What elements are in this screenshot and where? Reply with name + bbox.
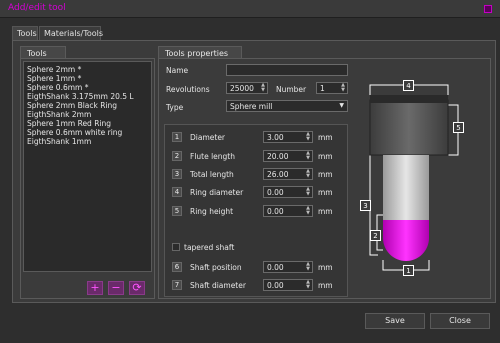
diameter-label: Diameter xyxy=(190,133,226,142)
refresh-tool-button[interactable]: ⟳ xyxy=(129,281,145,295)
diameter-spinbox[interactable]: 3.00 ▲ ▼ xyxy=(263,131,313,143)
total-length-value: 26.00 xyxy=(267,170,289,179)
field-number: 4 xyxy=(172,187,182,197)
spin-arrows-icon[interactable]: ▲ ▼ xyxy=(341,83,345,93)
diameter-value: 3.00 xyxy=(267,133,284,142)
unit-label: mm xyxy=(318,152,333,161)
field-number: 2 xyxy=(172,151,182,161)
revolutions-value: 25000 xyxy=(230,84,254,93)
field-number: 5 xyxy=(172,206,182,216)
tab-tools[interactable]: Tools xyxy=(12,26,38,40)
number-spinbox[interactable]: 1 ▲ ▼ xyxy=(316,82,348,94)
spin-arrows-icon[interactable]: ▲ ▼ xyxy=(306,169,310,179)
list-item[interactable]: EigthShank 2mm xyxy=(27,110,91,119)
list-item[interactable]: Sphere 2mm * xyxy=(27,65,81,74)
window-close-icon[interactable] xyxy=(484,5,492,13)
tool-holder xyxy=(369,99,449,156)
field-number: 7 xyxy=(172,280,182,290)
field-number: 6 xyxy=(172,262,182,272)
dimension-label: 2 xyxy=(370,230,381,241)
tapered-shaft-label: tapered shaft xyxy=(184,243,235,252)
list-item[interactable]: Sphere 0.6mm * xyxy=(27,83,88,92)
list-item[interactable]: Sphere 2mm Black Ring xyxy=(27,101,117,110)
tool-diagram xyxy=(369,84,459,271)
list-item[interactable]: Sphere 1mm Red Ring xyxy=(27,119,111,128)
window-title: Add/edit tool xyxy=(8,3,66,13)
field-number: 1 xyxy=(172,132,182,142)
shaft-position-spinbox[interactable]: 0.00 ▲ ▼ xyxy=(263,261,313,273)
revolutions-label: Revolutions xyxy=(166,85,210,94)
ring-height-spinbox[interactable]: 0.00 ▲ ▼ xyxy=(263,205,313,217)
number-value: 1 xyxy=(320,84,325,93)
ring-height-label: Ring height xyxy=(190,207,234,216)
shaft-diameter-spinbox[interactable]: 0.00 ▲ ▼ xyxy=(263,279,313,291)
shaft-position-label: Shaft position xyxy=(190,263,242,272)
field-number: 3 xyxy=(172,169,182,179)
type-value: Sphere mill xyxy=(230,102,273,111)
flute-length-value: 20.00 xyxy=(267,152,289,161)
type-label: Type xyxy=(166,103,184,112)
spin-arrows-icon[interactable]: ▲ ▼ xyxy=(306,132,310,142)
tool-holder-top xyxy=(370,95,448,103)
list-item[interactable]: Sphere 0.6mm white ring xyxy=(27,128,122,137)
unit-label: mm xyxy=(318,133,333,142)
unit-label: mm xyxy=(318,207,333,216)
ring-height-value: 0.00 xyxy=(267,207,284,216)
dimension-label: 1 xyxy=(403,265,414,276)
spin-arrows-icon[interactable]: ▲ ▼ xyxy=(306,151,310,161)
flute-length-label: Flute length xyxy=(190,152,235,161)
shaft-diameter-label: Shaft diameter xyxy=(190,281,246,290)
tools-list[interactable]: Sphere 2mm * Sphere 1mm * Sphere 0.6mm *… xyxy=(23,61,152,272)
number-label: Number xyxy=(276,85,307,94)
dimension-label: 3 xyxy=(360,200,371,211)
ring-diameter-spinbox[interactable]: 0.00 ▲ ▼ xyxy=(263,186,313,198)
unit-label: mm xyxy=(318,170,333,179)
dimension-label: 5 xyxy=(453,122,464,133)
ring-diameter-value: 0.00 xyxy=(267,188,284,197)
flute-length-spinbox[interactable]: 20.00 ▲ ▼ xyxy=(263,150,313,162)
chevron-down-icon[interactable]: ▼ xyxy=(339,102,344,109)
total-length-label: Total length xyxy=(190,170,234,179)
title-bar xyxy=(0,0,500,18)
revolutions-spinbox[interactable]: 25000 ▲ ▼ xyxy=(226,82,268,94)
dimension-label: 4 xyxy=(403,80,414,91)
spin-arrows-icon[interactable]: ▲ ▼ xyxy=(261,83,265,93)
shaft-diameter-value: 0.00 xyxy=(267,281,284,290)
remove-tool-button[interactable]: − xyxy=(108,281,124,295)
save-button[interactable]: Save xyxy=(365,313,425,329)
tab-materials-tools[interactable]: Materials/Tools xyxy=(39,26,103,40)
add-tool-button[interactable]: + xyxy=(87,281,103,295)
spin-arrows-icon[interactable]: ▲ ▼ xyxy=(306,187,310,197)
type-select[interactable]: Sphere mill ▼ xyxy=(226,100,348,112)
list-item[interactable]: EigthShank 1mm xyxy=(27,137,91,146)
unit-label: mm xyxy=(318,281,333,290)
name-input[interactable] xyxy=(226,64,348,76)
tool-shank xyxy=(383,155,429,220)
name-label: Name xyxy=(166,66,189,75)
spin-arrows-icon[interactable]: ▲ ▼ xyxy=(306,280,310,290)
shaft-position-value: 0.00 xyxy=(267,263,284,272)
total-length-spinbox[interactable]: 26.00 ▲ ▼ xyxy=(263,168,313,180)
unit-label: mm xyxy=(318,263,333,272)
list-item[interactable]: EigthShank 3.175mm 20.5 L xyxy=(27,92,134,101)
unit-label: mm xyxy=(318,188,333,197)
spin-arrows-icon[interactable]: ▲ ▼ xyxy=(306,206,310,216)
close-button[interactable]: Close xyxy=(430,313,490,329)
ring-diameter-label: Ring diameter xyxy=(190,188,244,197)
tapered-shaft-checkbox[interactable] xyxy=(172,243,180,251)
list-item[interactable]: Sphere 1mm * xyxy=(27,74,81,83)
spin-arrows-icon[interactable]: ▲ ▼ xyxy=(306,262,310,272)
tool-tip xyxy=(383,220,429,261)
